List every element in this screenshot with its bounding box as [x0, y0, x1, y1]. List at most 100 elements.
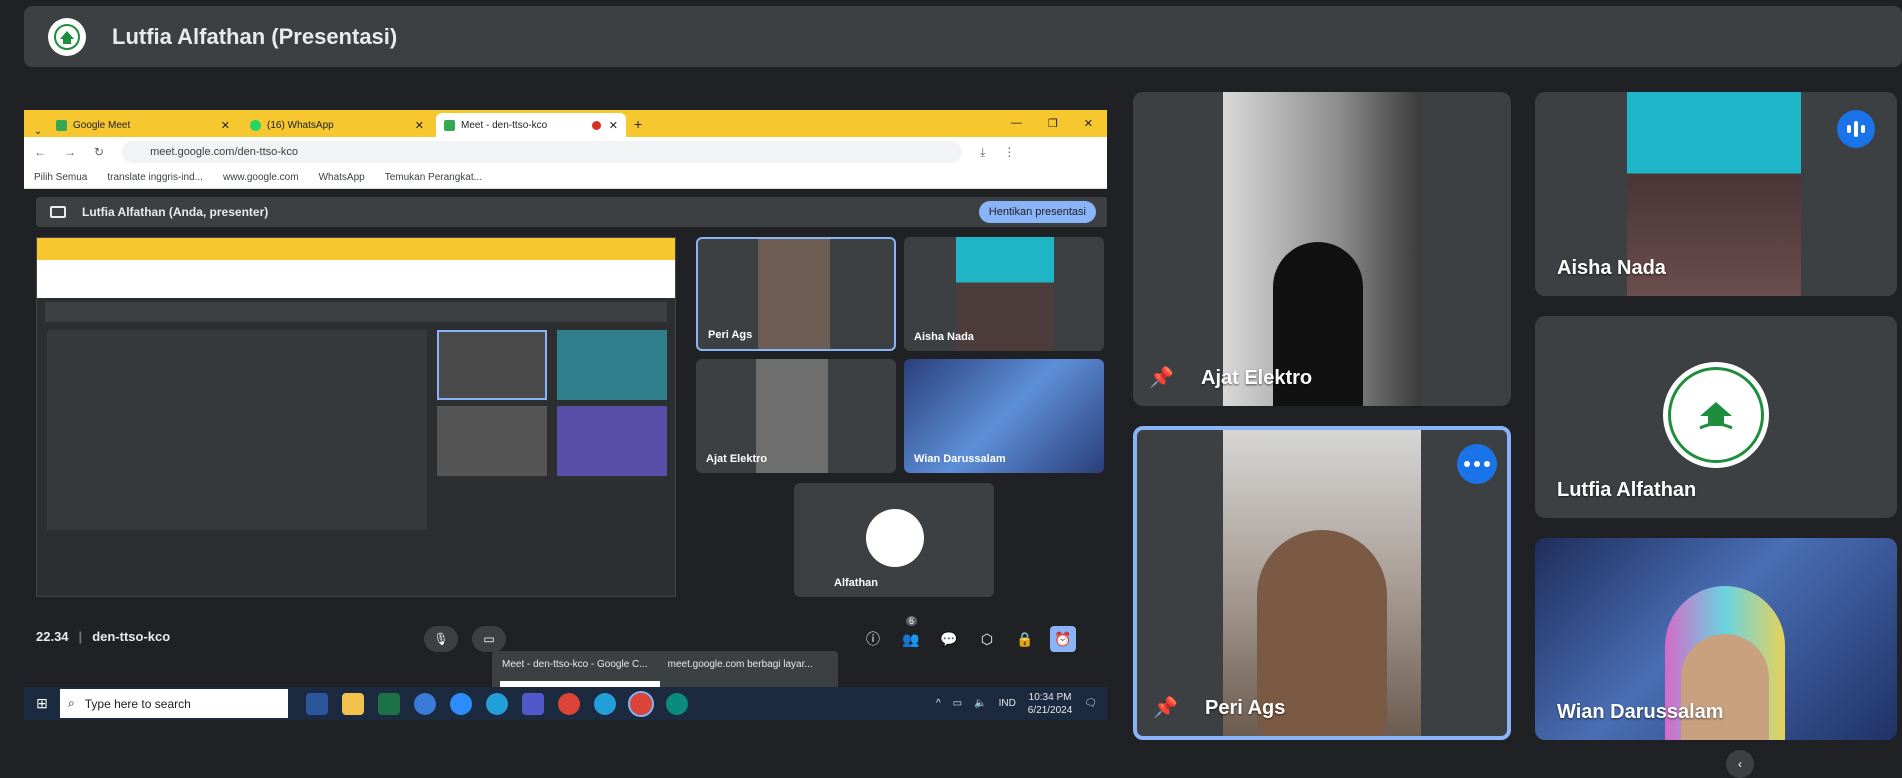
close-window-icon[interactable]: ✕ [1084, 117, 1093, 130]
tab-label: Google Meet [73, 119, 131, 131]
bookmark-item[interactable]: WhatsApp [319, 172, 365, 183]
pin-icon[interactable]: 📌 [1149, 365, 1174, 390]
inner-meet-view: Lutfia Alfathan (Anda, presenter) Hentik… [24, 189, 1107, 720]
taskbar-search[interactable]: ⌕ Type here to search [60, 689, 288, 718]
bookmark-item[interactable]: Pilih Semua [34, 172, 87, 183]
minimize-icon[interactable]: — [1011, 117, 1022, 130]
meeting-controls: 🎙 ▭ [424, 626, 506, 652]
tab-search-chevron-icon[interactable]: ⌄ [28, 126, 48, 137]
whatsapp-icon [250, 119, 261, 131]
mini-tile-name: Peri Ags [708, 329, 753, 341]
back-icon[interactable]: ← [34, 145, 46, 159]
windows-taskbar: ⊞ ⌕ Type here to search ^ ▭ 🔈 IND 10:34 … [24, 687, 1107, 720]
volume-icon[interactable]: 🔈 [974, 698, 986, 709]
bookmark-item[interactable]: translate inggris-ind... [107, 172, 203, 183]
preview-item[interactable]: meet.google.com berbagi layar... [668, 659, 813, 670]
keyboard-lang[interactable]: IND [999, 698, 1016, 709]
info-icon[interactable]: ⓘ [860, 626, 886, 652]
clock-date: 6/21/2024 [1027, 704, 1073, 716]
mini-tile-name: Wian Darussalam [914, 453, 1006, 465]
close-icon[interactable]: ✕ [415, 119, 424, 132]
zoom-icon[interactable] [450, 692, 472, 715]
teams-icon[interactable] [522, 692, 544, 715]
download-icon[interactable]: ⤓ [980, 145, 985, 160]
stop-presenting-button[interactable]: Hentikan presentasi [978, 201, 1096, 223]
tab-whatsapp[interactable]: (16) WhatsApp ✕ [242, 113, 432, 137]
participant-tile-wian-darussalam[interactable]: Wian Darussalam [1535, 538, 1897, 740]
nested-screen-recursion [36, 237, 676, 597]
alarm-icon[interactable]: ⏰ [1050, 626, 1076, 652]
tab-meet-den-ttso-kco[interactable]: Meet - den-ttso-kco ✕ [436, 113, 626, 137]
participant-name: Peri Ags [1205, 697, 1286, 719]
shared-screen: ⌄ Google Meet ✕ (16) WhatsApp ✕ Meet - d… [24, 110, 1107, 720]
browser-tab-strip: ⌄ Google Meet ✕ (16) WhatsApp ✕ Meet - d… [24, 110, 1107, 137]
speaking-indicator-icon [1837, 110, 1875, 148]
clock-time: 10:34 PM [1028, 691, 1072, 703]
telegram-icon[interactable] [486, 692, 508, 715]
pin-icon[interactable]: 📌 [1153, 695, 1178, 720]
participant-tile-ajat-elektro[interactable]: 📌 Ajat Elektro [1133, 92, 1511, 406]
taskbar-search-placeholder: Type here to search [84, 696, 191, 711]
people-icon[interactable]: 👥 6 [898, 616, 924, 652]
forward-icon[interactable]: → [64, 145, 76, 159]
meeting-side-controls: ⓘ 👥 6 💬 ⬡ 🔒 ⏰ [860, 616, 1076, 652]
notification-icon[interactable]: 🗨 [1084, 698, 1097, 709]
reload-icon[interactable]: ↻ [94, 145, 104, 159]
avatar [1681, 634, 1769, 740]
inner-presenter-title: Lutfia Alfathan (Anda, presenter) [82, 205, 269, 219]
telegram-icon[interactable] [594, 692, 616, 715]
activities-icon[interactable]: ⬡ [974, 626, 1000, 652]
maximize-icon[interactable]: ❐ [1048, 117, 1058, 130]
participant-tile-peri-ags[interactable]: 📌 Peri Ags [1133, 426, 1511, 740]
participant-name: Lutfia Alfathan [1557, 479, 1697, 501]
network-icon[interactable]: ▭ [953, 698, 962, 709]
host-controls-icon[interactable]: 🔒 [1012, 626, 1038, 652]
bookmark-item[interactable]: www.google.com [223, 172, 299, 183]
mic-button[interactable]: 🎙 [424, 626, 458, 652]
mini-tile-peri-ags: Peri Ags [696, 237, 896, 351]
url-field[interactable]: meet.google.com/den-ttso-kco [122, 141, 963, 163]
participant-count-badge: 6 [906, 616, 918, 626]
mini-tile-wian-darussalam: Wian Darussalam [904, 359, 1104, 473]
address-bar-row: ← → ↻ meet.google.com/den-ttso-kco ⤓ ⋮ [24, 137, 1107, 167]
camera-icon: ▭ [483, 632, 495, 646]
chrome-icon[interactable] [628, 690, 654, 717]
chat-icon[interactable]: 💬 [936, 626, 962, 652]
new-tab-icon[interactable]: + [634, 116, 642, 132]
bookmark-item[interactable]: Temukan Perangkat... [385, 172, 482, 183]
menu-icon[interactable]: ⋮ [1003, 145, 1015, 159]
mini-tile-name: Alfathan [834, 577, 878, 589]
app-icon[interactable] [414, 692, 436, 715]
bookmarks-bar: Pilih Semua translate inggris-ind... www… [24, 167, 1107, 189]
chevron-up-icon[interactable]: ^ [936, 698, 941, 709]
participant-name: Wian Darussalam [1557, 701, 1724, 723]
edge-icon[interactable] [666, 692, 688, 715]
file-explorer-icon[interactable] [342, 692, 364, 715]
chevron-up-icon[interactable]: ‹ [1726, 750, 1754, 778]
close-icon[interactable]: ✕ [609, 119, 618, 132]
taskbar-clock[interactable]: 10:34 PM 6/21/2024 [1028, 691, 1073, 717]
system-tray: ^ ▭ 🔈 IND 10:34 PM 6/21/2024 🗨 [936, 691, 1107, 717]
camera-button[interactable]: ▭ [472, 626, 506, 652]
presenter-bar: Lutfia Alfathan (Presentasi) [24, 6, 1902, 67]
meeting-info: 22.34 | den-ttso-kco [36, 629, 171, 644]
word-icon[interactable] [306, 692, 328, 715]
participant-name: Ajat Elektro [1201, 367, 1313, 389]
preview-item[interactable]: Meet - den-ttso-kco - Google C... [502, 659, 648, 670]
chrome-icon[interactable] [558, 692, 580, 715]
presenter-title: Lutfia Alfathan (Presentasi) [112, 23, 398, 49]
participant-tile-lutfia-alfathan[interactable]: Lutfia Alfathan [1535, 316, 1897, 518]
yayasan-logo-icon [1663, 362, 1769, 468]
tab-label: Meet - den-ttso-kco [461, 119, 548, 131]
google-meet-icon [444, 119, 455, 131]
close-icon[interactable]: ✕ [221, 119, 230, 132]
taskbar-apps [306, 690, 688, 717]
excel-icon[interactable] [378, 692, 400, 715]
mini-tile-alfathan: Alfathan [794, 483, 994, 597]
participant-tile-aisha-nada[interactable]: Aisha Nada [1535, 92, 1897, 296]
tab-google-meet[interactable]: Google Meet ✕ [48, 113, 238, 137]
participant-name: Aisha Nada [1557, 257, 1666, 279]
more-options-icon[interactable] [1457, 444, 1497, 484]
windows-start-icon[interactable]: ⊞ [24, 695, 60, 712]
mini-tile-name: Ajat Elektro [706, 453, 768, 465]
